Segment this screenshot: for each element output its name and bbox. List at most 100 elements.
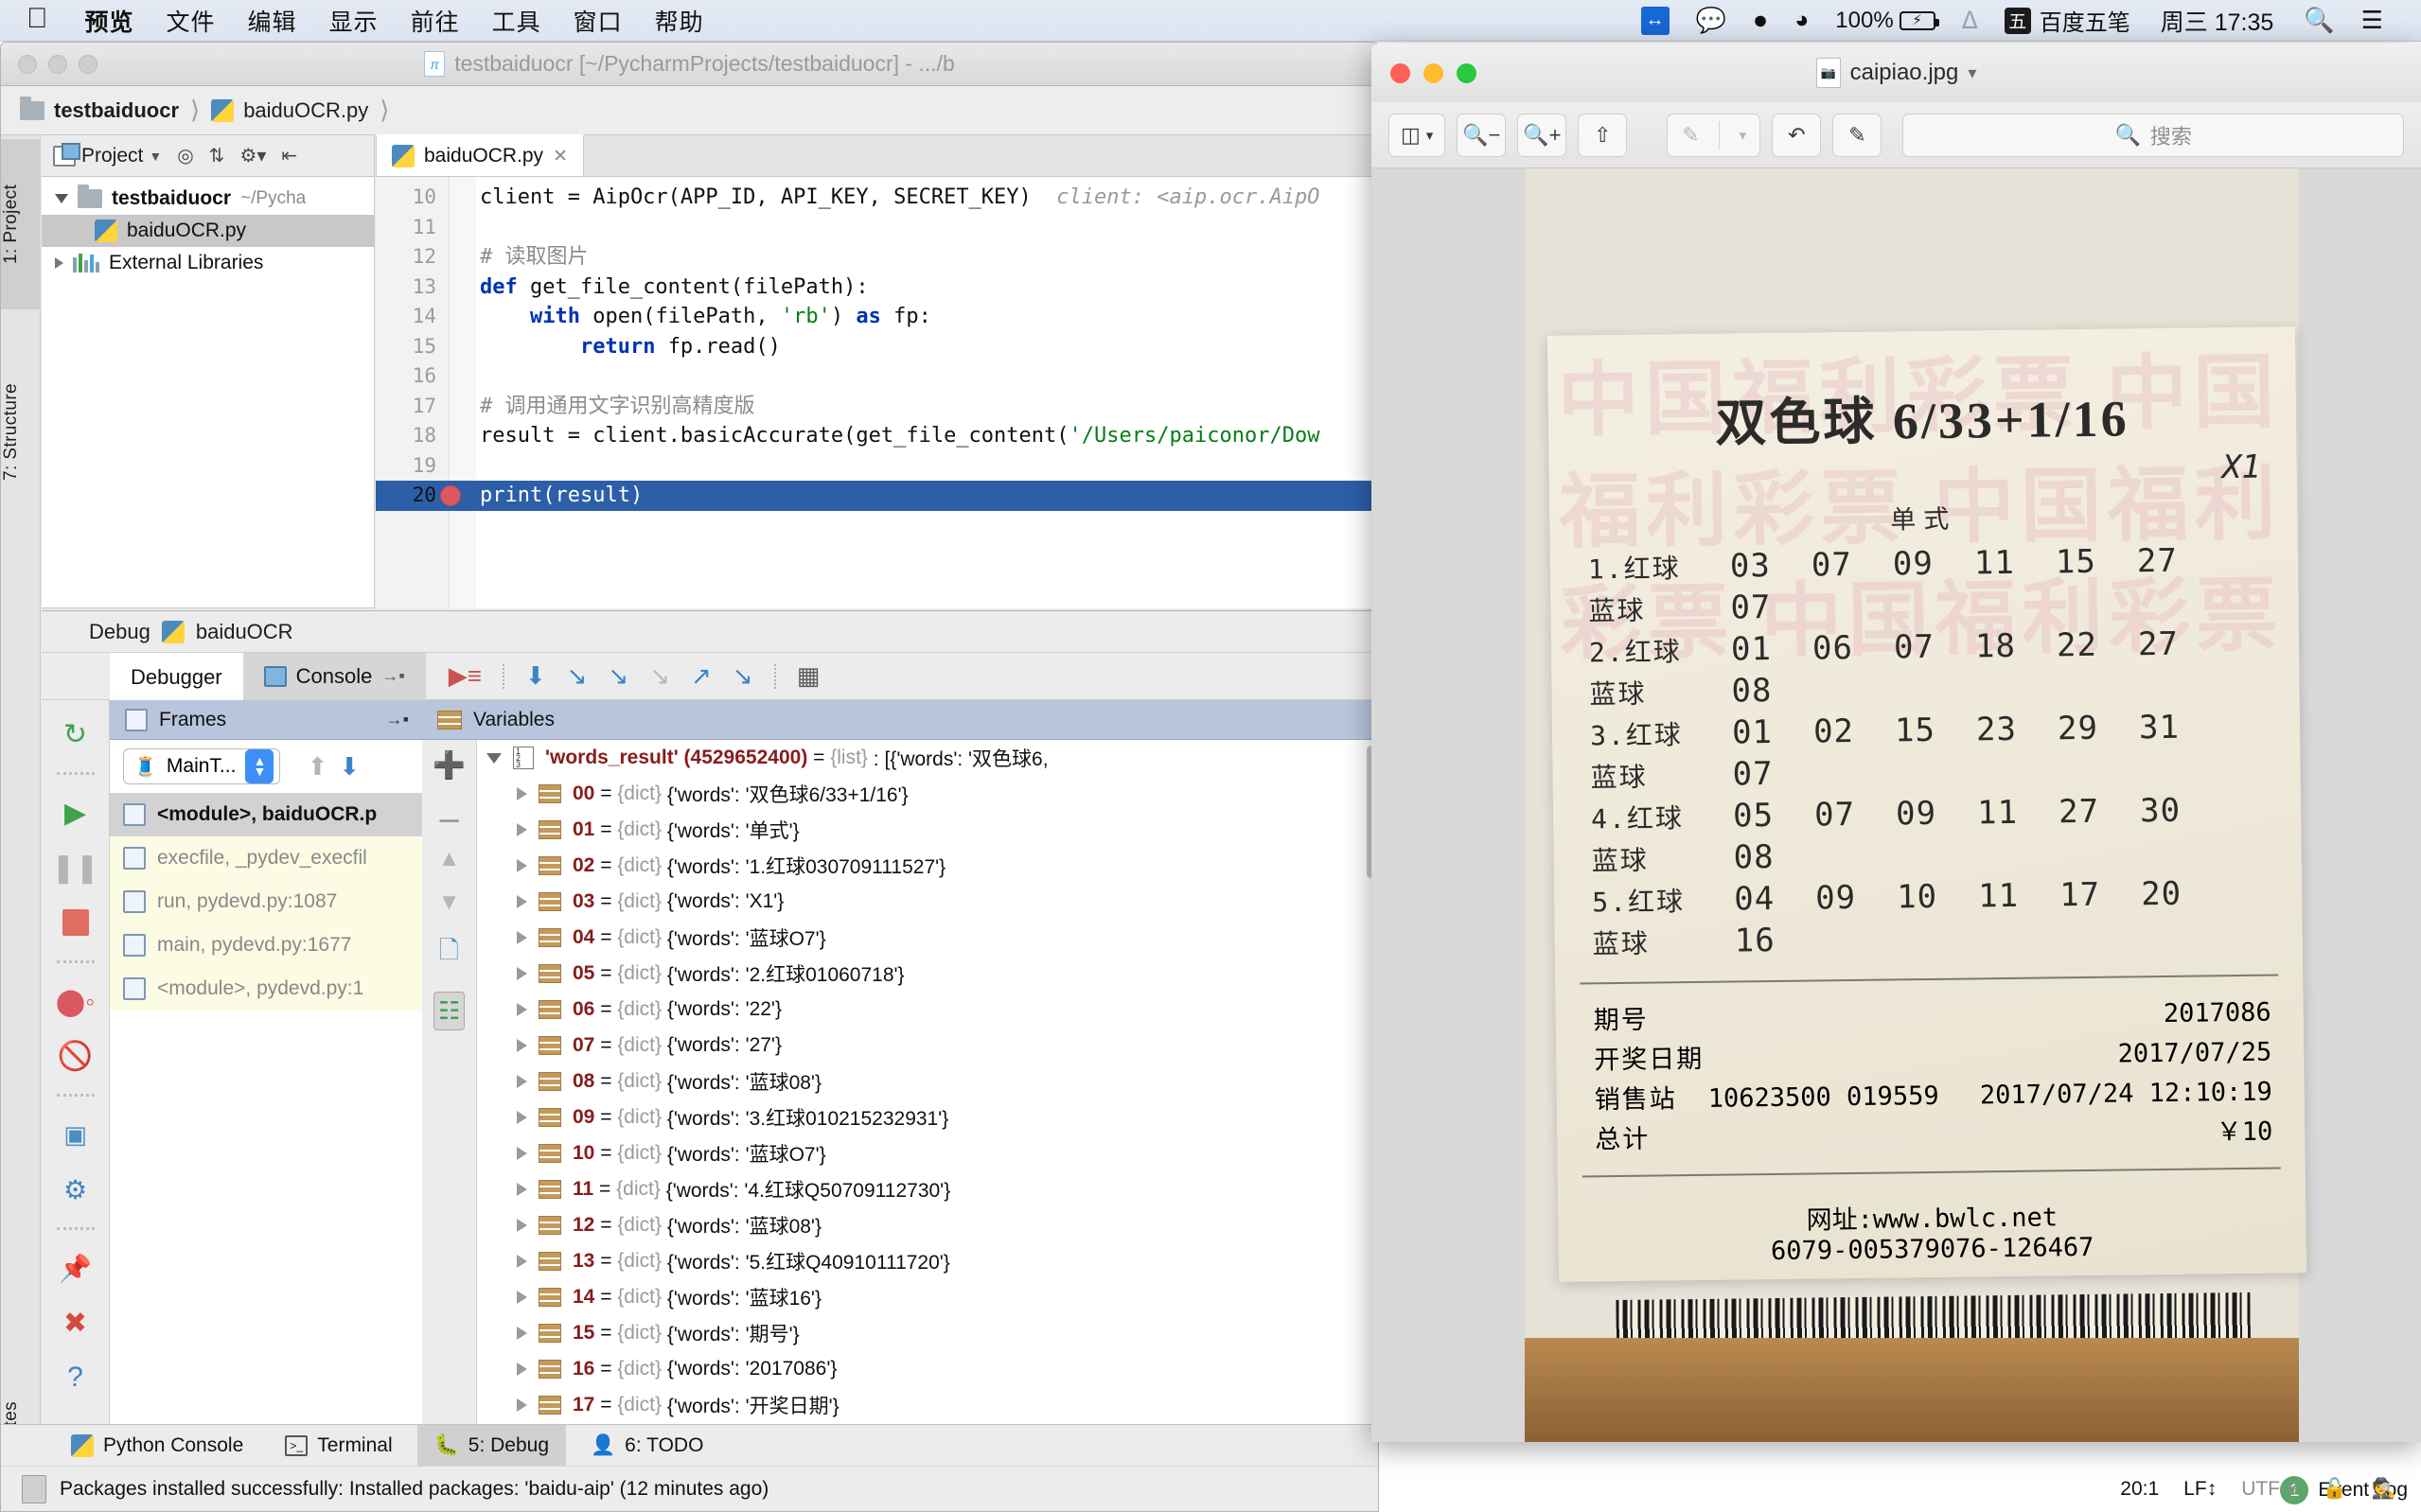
code-line-14[interactable]: 14 with open(filePath, 'rb') as fp: — [376, 302, 1378, 332]
variables-row[interactable]: 17 = {dict} {'words': '开奖日期'} — [477, 1387, 1378, 1423]
variables-row[interactable]: 11 = {dict} {'words': '4.红球Q50709112730'… — [477, 1171, 1378, 1207]
copy-icon[interactable]: 🗋 — [439, 933, 459, 975]
chevron-right-icon[interactable] — [517, 823, 527, 836]
qq-icon[interactable]: ● — [1740, 0, 1781, 42]
menu-bar-clock[interactable]: 周三 17:35 — [2144, 4, 2291, 38]
tab-terminal[interactable]: >_ Terminal — [268, 1425, 409, 1467]
variables-row[interactable]: 02 = {dict} {'words': '1.红球030709111527'… — [477, 848, 1378, 884]
editor-tab-baiduocr[interactable]: baiduOCR.py ✕ — [376, 134, 584, 176]
search-input[interactable]: 🔍 搜索 — [1902, 113, 2404, 157]
frame-item[interactable]: main, pydevd.py:1677 — [110, 923, 422, 967]
chevron-right-icon[interactable] — [517, 1183, 527, 1196]
close-icon[interactable]: ✖ — [55, 1302, 97, 1344]
chevron-right-icon[interactable] — [517, 1363, 527, 1376]
chevron-right-icon[interactable] — [517, 1111, 527, 1124]
project-panel-title[interactable]: Project ▼ — [53, 142, 162, 167]
rotate-icon[interactable]: ↶ — [1772, 113, 1822, 157]
chevron-right-icon[interactable] — [517, 787, 527, 800]
breakpoint-icon[interactable] — [440, 485, 461, 506]
resume-program-icon[interactable]: ▶ — [55, 792, 97, 834]
code-line-16[interactable]: 16 — [376, 361, 1378, 392]
notification-center-icon[interactable]: ☰ — [2348, 0, 2396, 42]
remove-watch-icon[interactable]: ⚊ — [437, 798, 461, 829]
code-line-11[interactable]: 11 — [376, 213, 1378, 243]
variables-row[interactable]: 04 = {dict} {'words': '蓝球O7'} — [477, 920, 1378, 956]
sidebar-item-project[interactable]: 1: Project — [1, 139, 41, 309]
variables-row[interactable]: 10 = {dict} {'words': '蓝球O7'} — [477, 1135, 1378, 1171]
watches-in-variables-icon[interactable]: ☷ — [433, 992, 466, 1030]
variables-row[interactable]: 07 = {dict} {'words': '27'} — [477, 1028, 1378, 1064]
tree-node-project[interactable]: testbaiduocr ~/Pycha — [42, 183, 374, 215]
tab-debug[interactable]: 🐛 5: Debug — [416, 1424, 567, 1467]
menu-item-edit[interactable]: 编辑 — [232, 4, 313, 38]
chevron-right-icon[interactable] — [517, 1291, 527, 1304]
wechat-icon[interactable]: 💬 — [1683, 0, 1740, 42]
move-up-icon[interactable]: ▲ — [438, 846, 461, 872]
view-breakpoints-icon[interactable]: ⬤◦ — [55, 980, 97, 1022]
chevron-right-icon[interactable] — [517, 1327, 527, 1340]
code-line-19[interactable]: 19 — [376, 451, 1378, 482]
force-step-into-icon[interactable]: ↘ — [609, 661, 629, 691]
chevron-right-icon[interactable] — [55, 257, 63, 269]
gear-icon[interactable]: ⚙▾ — [239, 144, 266, 167]
chevron-right-icon[interactable] — [517, 1039, 527, 1052]
code-line-10[interactable]: 10 client = AipOcr(APP_ID, API_KEY, SECRE… — [376, 183, 1378, 213]
rerun-icon[interactable]: ↻ — [55, 713, 97, 755]
battery-icon[interactable]: 100% ⚡ — [1822, 0, 1948, 42]
evaluate-expression-icon[interactable]: ▦ — [797, 661, 821, 691]
menu-item-view[interactable]: 显示 — [313, 4, 395, 38]
chevron-down-icon[interactable]: ▾ — [1968, 63, 1976, 83]
mute-breakpoints-icon[interactable]: 🚫 — [55, 1035, 97, 1077]
breadcrumb-project[interactable]: testbaiduocr — [20, 96, 179, 123]
add-watch-icon[interactable]: ➕ — [433, 749, 466, 781]
tree-node-baiduocr-py[interactable]: baiduOCR.py — [42, 215, 374, 247]
tab-todo[interactable]: 👤 6: TODO — [574, 1425, 720, 1467]
step-over-icon[interactable]: ⬇ — [525, 661, 546, 691]
gear-icon[interactable]: ⚙ — [55, 1169, 97, 1210]
tree-node-external-libraries[interactable]: External Libraries — [42, 247, 374, 279]
settings-layout-icon[interactable]: ▣ — [55, 1114, 97, 1155]
detach-icon[interactable]: →▪ — [381, 666, 404, 686]
frame-up-icon[interactable]: ⬆ — [307, 752, 327, 782]
chevron-right-icon[interactable] — [517, 931, 527, 944]
variables-row[interactable]: 16 = {dict} {'words': '2017086'} — [477, 1351, 1378, 1387]
variables-row[interactable]: 01 = {dict} {'words': '单式'} — [477, 812, 1378, 848]
breadcrumb-file[interactable]: baiduOCR.py — [211, 98, 368, 123]
preview-content-area[interactable]: 中国福利彩票 中国福利彩票 中国福利彩票 中国福利彩票 双色球 6/33+1/1… — [1371, 168, 2421, 1442]
chevron-right-icon[interactable] — [517, 895, 527, 908]
tab-python-console[interactable]: Python Console — [54, 1425, 260, 1467]
caret-position[interactable]: 20:1 — [2120, 1478, 2159, 1501]
collapse-all-icon[interactable]: ⇅ — [209, 144, 225, 167]
chevron-right-icon[interactable] — [517, 1398, 527, 1412]
preview-document-title[interactable]: 📷 caipiao.jpg ▾ — [1371, 58, 2421, 88]
chevron-down-icon[interactable]: ▾ — [1725, 114, 1759, 157]
search-icon[interactable]: 🔍 — [2290, 0, 2347, 42]
variables-row[interactable]: 08 = {dict} {'words': '蓝球08'} — [477, 1064, 1378, 1099]
hide-panel-icon[interactable]: ⇤ — [281, 144, 297, 167]
locate-icon[interactable]: ◎ — [177, 144, 193, 167]
status-message-icon[interactable] — [22, 1474, 46, 1503]
chevron-right-icon[interactable] — [517, 1075, 527, 1088]
variables-row[interactable]: 03 = {dict} {'words': 'X1'} — [477, 884, 1378, 920]
file-encoding[interactable]: UTF-8 — [2241, 1478, 2298, 1501]
variables-row[interactable]: 06 = {dict} {'words': '22'} — [477, 992, 1378, 1028]
code-line-15[interactable]: 15 return fp.read() — [376, 332, 1378, 362]
variables-root-row[interactable]: 1 2 3'words_result' (4529652400) = {list} … — [477, 740, 1378, 776]
share-icon[interactable]: ⇧ — [1578, 113, 1628, 157]
show-execution-point-icon[interactable]: ▶≡ — [449, 661, 482, 691]
tab-console[interactable]: Console →▪ — [242, 652, 426, 700]
chevron-updown-icon[interactable]: ▲ ▼ — [245, 749, 274, 783]
code-line-20[interactable]: 20 print(result) — [376, 481, 1378, 511]
thread-selector[interactable]: 🧵 MainT... ▲ ▼ — [123, 748, 281, 784]
tab-debugger[interactable]: Debugger — [110, 652, 243, 700]
sidebar-item-structure[interactable]: 7: Structure — [1, 332, 41, 531]
chevron-right-icon[interactable] — [517, 1255, 527, 1268]
bluetooth-icon[interactable]: ᐃ — [1949, 0, 1991, 42]
variables-row[interactable]: 14 = {dict} {'words': '蓝球16'} — [477, 1279, 1378, 1315]
teamviewer-icon[interactable]: ↔ — [1628, 0, 1683, 42]
chevron-down-icon[interactable] — [55, 194, 68, 203]
preview-image[interactable]: 中国福利彩票 中国福利彩票 中国福利彩票 中国福利彩票 双色球 6/33+1/1… — [1525, 168, 2307, 1442]
move-down-icon[interactable]: ▼ — [438, 889, 461, 916]
frame-item[interactable]: <module>, pydevd.py:1 — [110, 967, 422, 1011]
pause-program-icon[interactable]: ❚❚ — [51, 847, 98, 888]
